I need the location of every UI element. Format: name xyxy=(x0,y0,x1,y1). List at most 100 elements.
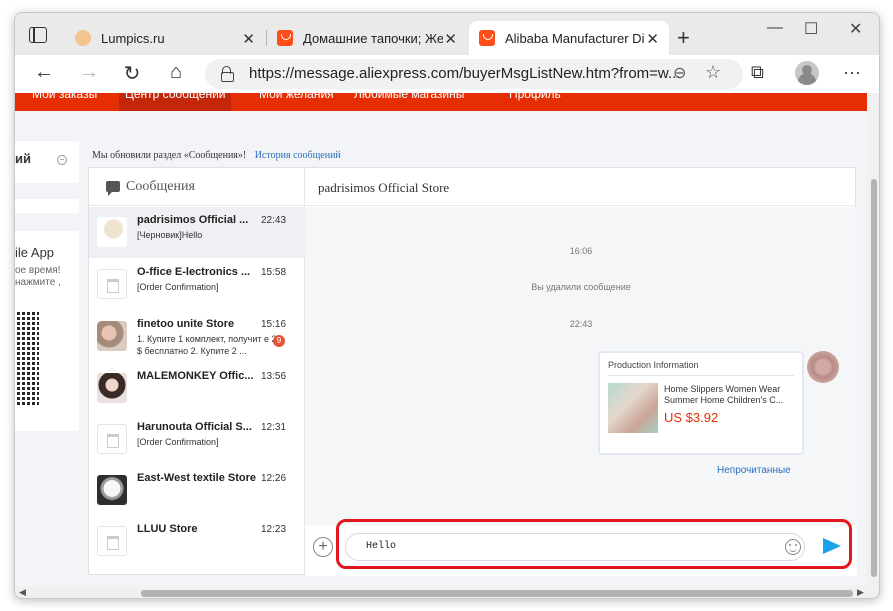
nav-wishlist[interactable]: Мои желания xyxy=(259,93,334,101)
product-thumbnail[interactable] xyxy=(608,383,658,433)
left-spacer-box xyxy=(15,199,79,213)
horizontal-scrollbar[interactable]: ◀ ▶ xyxy=(15,586,879,598)
notice-text: Мы обновили раздел «Сообщения»! xyxy=(92,150,247,161)
user-avatar xyxy=(807,351,839,383)
app-line-1: ое время! xyxy=(15,265,61,276)
aliexpress-favicon-icon xyxy=(277,30,293,46)
back-button[interactable]: ← xyxy=(32,61,56,84)
close-icon[interactable]: ✕ xyxy=(444,30,457,48)
store-avatar xyxy=(97,475,127,505)
tab-lumpics[interactable]: Lumpics.ru ✕ xyxy=(65,21,265,55)
store-placeholder-icon xyxy=(97,526,127,556)
messages-title: Сообщения xyxy=(126,179,195,194)
system-timestamp: 16:06 xyxy=(569,246,593,256)
maximize-icon[interactable]: ☐ xyxy=(804,19,818,39)
profile-avatar[interactable] xyxy=(795,61,819,85)
home-button[interactable]: ⌂ xyxy=(164,61,188,84)
message-composer: + Hello xyxy=(305,525,857,576)
card-divider xyxy=(608,375,794,376)
close-icon[interactable]: ✕ xyxy=(646,30,659,48)
reload-button[interactable]: ↻ xyxy=(120,61,144,86)
system-message: Вы удалили сообщение xyxy=(531,282,631,292)
vertical-scrollbar[interactable] xyxy=(867,93,879,586)
close-icon[interactable]: ✕ xyxy=(242,30,255,48)
tab-bar: Lumpics.ru ✕ Домашние тапочки; Жен ✕ Ali… xyxy=(15,13,879,55)
update-notice: Мы обновили раздел «Сообщения»! История … xyxy=(92,150,341,161)
scroll-left-icon[interactable]: ◀ xyxy=(19,587,26,598)
product-price: US $3.92 xyxy=(664,410,719,425)
unread-status: Непрочитанные xyxy=(717,465,791,476)
send-icon[interactable] xyxy=(823,538,841,554)
conversation-time: 15:58 xyxy=(261,267,287,278)
nav-message-center[interactable]: Центр сообщений xyxy=(119,93,232,111)
nav-message-center-label: Центр сообщений xyxy=(125,93,226,101)
emoji-icon[interactable] xyxy=(785,539,801,555)
tab-title: Alibaba Manufacturer Dir xyxy=(505,30,645,46)
minimize-icon[interactable]: — xyxy=(767,19,783,37)
page-content: Мои заказы Центр сообщений Мои желания Л… xyxy=(15,93,867,586)
store-placeholder-icon xyxy=(97,424,127,454)
messages-icon xyxy=(106,181,120,196)
conversation-name: MALEMONKEY Offic... xyxy=(137,370,254,382)
collapse-icon[interactable]: − xyxy=(57,155,67,165)
left-section-title: ий xyxy=(15,151,31,166)
conversation-list: Сообщения padrisimos Official ... 22:43 … xyxy=(89,168,305,574)
horizontal-scroll-thumb[interactable] xyxy=(141,590,853,597)
conversation-item[interactable]: finetoo unite Store 15:16 1. Купите 1 ко… xyxy=(89,311,305,362)
left-section-header: ий − xyxy=(15,141,79,183)
conversation-time: 12:23 xyxy=(261,524,287,535)
scroll-right-icon[interactable]: ▶ xyxy=(857,587,864,598)
chat-history[interactable]: 16:06 Вы удалили сообщение 22:43 Product… xyxy=(305,207,857,525)
conversation-item[interactable]: LLUU Store 12:23 xyxy=(89,516,305,567)
conversation-item[interactable]: O-ffice E-lectronics ... 15:58 [Order Co… xyxy=(89,259,305,310)
conversation-name: padrisimos Official ... xyxy=(137,214,249,226)
attach-plus-button[interactable]: + xyxy=(313,537,333,557)
conversation-list-header: Сообщения xyxy=(89,168,304,206)
tab-slippers[interactable]: Домашние тапочки; Жен ✕ xyxy=(266,21,467,55)
tab-alibaba[interactable]: Alibaba Manufacturer Dir ✕ xyxy=(469,21,669,55)
history-link[interactable]: История сообщений xyxy=(255,150,341,161)
store-placeholder-icon xyxy=(97,269,127,299)
url-text[interactable]: https://message.aliexpress.com/buyerMsgL… xyxy=(249,65,680,82)
conversation-time: 13:56 xyxy=(261,371,287,382)
zoom-icon[interactable]: ⊖ xyxy=(673,63,686,83)
tab-title: Домашние тапочки; Жен xyxy=(303,30,443,46)
nav-favorite-stores[interactable]: Любимые магазины xyxy=(354,93,464,101)
forward-button[interactable]: → xyxy=(77,61,101,84)
messenger-panel: Сообщения padrisimos Official ... 22:43 … xyxy=(88,167,857,576)
aliexpress-favicon-icon xyxy=(479,30,495,46)
conversation-preview: [Черновик]Hello xyxy=(137,230,203,240)
store-avatar xyxy=(97,373,127,403)
product-card[interactable]: Production Information Home Slippers Wom… xyxy=(598,351,804,455)
collections-icon[interactable]: ⧉ xyxy=(751,62,764,83)
lock-icon[interactable] xyxy=(221,66,234,82)
conversation-time: 22:43 xyxy=(261,215,287,226)
conversation-item[interactable]: Harunouta Official S... 12:31 [Order Con… xyxy=(89,414,305,465)
lumpics-favicon-icon xyxy=(75,30,91,46)
vertical-scroll-thumb[interactable] xyxy=(871,179,877,577)
menu-icon[interactable]: ··· xyxy=(843,62,861,83)
tab-title: Lumpics.ru xyxy=(101,30,165,46)
chat-store-name[interactable]: padrisimos Official Store xyxy=(318,180,449,196)
favorite-star-icon[interactable]: ☆ xyxy=(705,62,721,83)
nav-profile[interactable]: Профиль xyxy=(509,93,561,101)
conversation-time: 12:26 xyxy=(261,473,287,484)
browser-window: Lumpics.ru ✕ Домашние тапочки; Жен ✕ Ali… xyxy=(14,12,880,599)
conversation-item[interactable]: MALEMONKEY Offic... 13:56 xyxy=(89,363,305,414)
message-input[interactable]: Hello xyxy=(345,533,805,561)
window-close-icon[interactable]: ✕ xyxy=(849,19,862,39)
conversation-item[interactable]: padrisimos Official ... 22:43 [Черновик]… xyxy=(89,207,305,258)
chat-header: padrisimos Official Store xyxy=(305,168,857,206)
nav-my-orders[interactable]: Мои заказы xyxy=(32,93,97,101)
address-bar[interactable]: https://message.aliexpress.com/buyerMsgL… xyxy=(205,59,743,89)
store-avatar xyxy=(97,217,127,247)
conversation-name: finetoo unite Store xyxy=(137,318,235,330)
conversation-item[interactable]: East-West textile Store 12:26 xyxy=(89,465,305,516)
conversation-name: O-ffice E-lectronics ... xyxy=(137,266,251,278)
product-title[interactable]: Home Slippers Women Wear Summer Home Chi… xyxy=(664,384,796,406)
conversation-preview: 1. Купите 1 комплект, получит е 2 $ бесп… xyxy=(137,334,277,356)
new-tab-button[interactable]: + xyxy=(677,25,690,51)
app-title: ile App xyxy=(15,245,55,260)
chat-window: padrisimos Official Store 16:06 Вы удали… xyxy=(305,168,857,576)
tab-actions-icon[interactable] xyxy=(29,27,47,43)
